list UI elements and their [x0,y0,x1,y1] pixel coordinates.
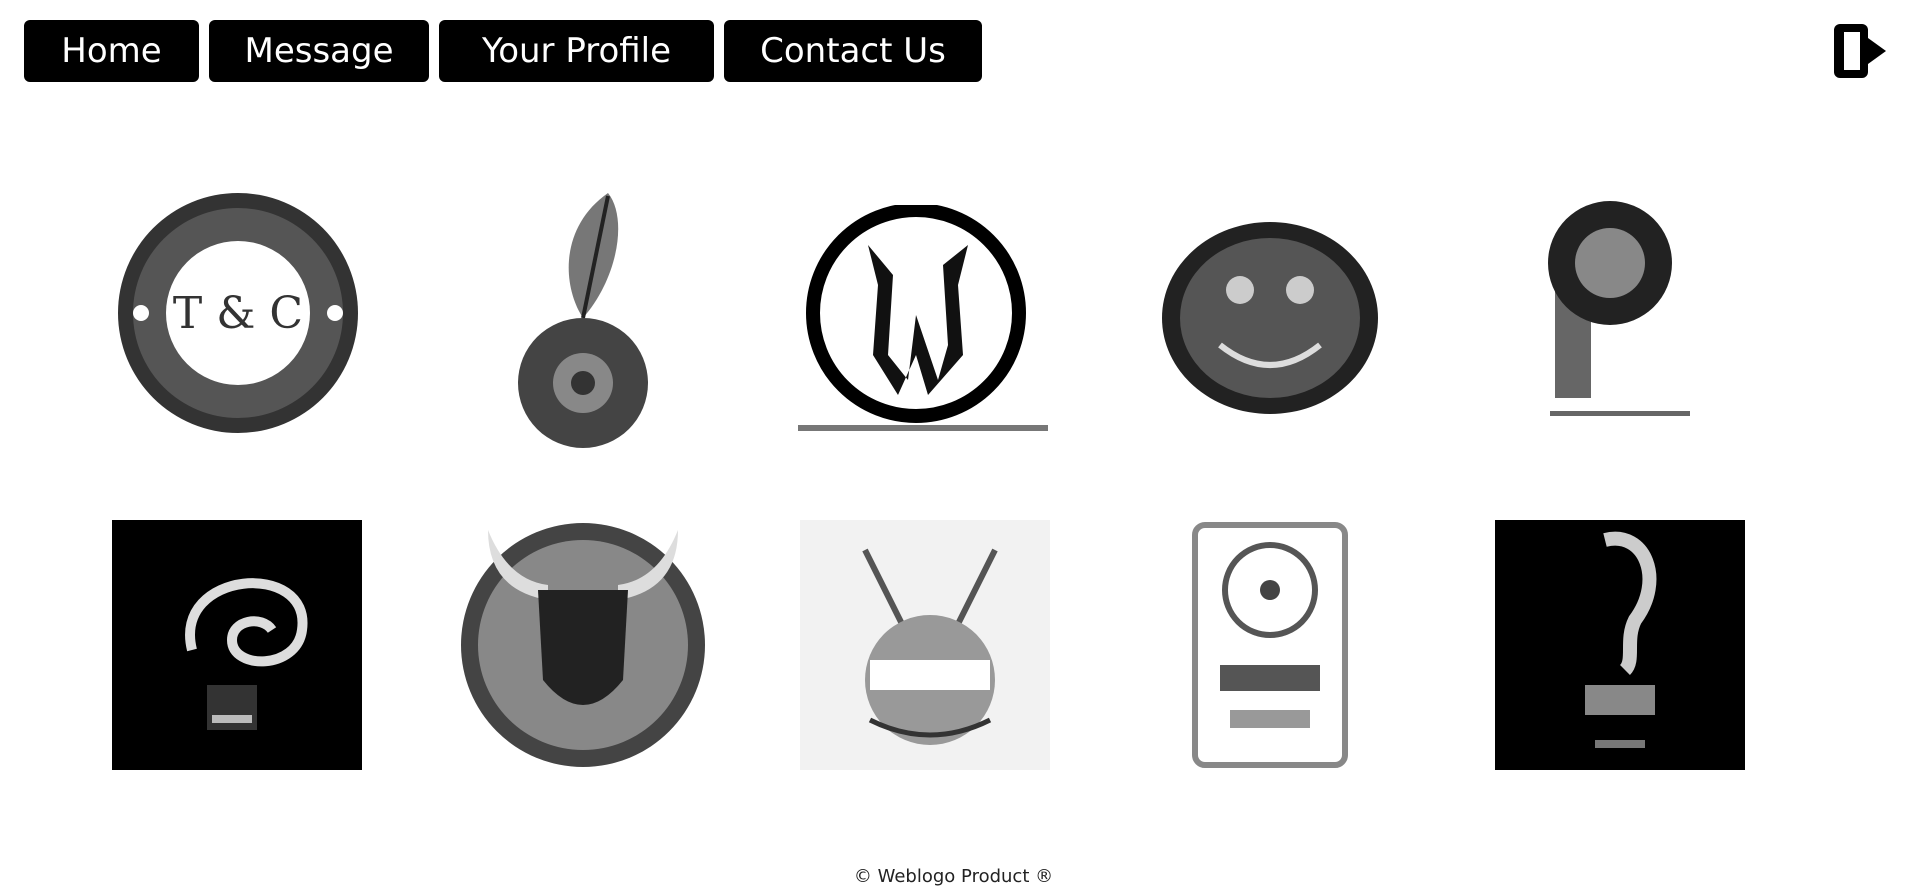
framed-seal-image [1192,522,1348,768]
black-square-figure-image [1495,520,1745,770]
logo-framed-seal[interactable] [1190,520,1440,770]
logo-oval-emblem[interactable] [1160,220,1410,470]
logo-tribal-circle[interactable] [798,203,1048,455]
logo-gallery: T & C [0,0,1907,800]
logo-letter-p[interactable] [1495,193,1745,443]
tc-badge-text: T & C [173,288,303,339]
oval-emblem-image [1162,222,1378,414]
tribal-circle-image [798,203,1048,431]
bug-mask-image [800,520,1050,770]
feather-circle-image [518,193,648,448]
bulb-swirl-image [112,520,362,770]
letter-p-image [1548,201,1690,416]
logo-feather-circle[interactable] [458,188,708,448]
footer-text: © Weblogo Product ® [853,866,1054,887]
logo-bull-head[interactable] [458,520,708,770]
bull-head-image [461,523,705,767]
logo-tc-badge[interactable]: T & C [113,188,363,438]
logo-bulb-swirl[interactable] [112,520,362,770]
tc-badge-image: T & C [118,193,358,433]
logo-bug-mask[interactable] [800,520,1050,770]
logo-black-square-figure[interactable] [1495,520,1745,770]
